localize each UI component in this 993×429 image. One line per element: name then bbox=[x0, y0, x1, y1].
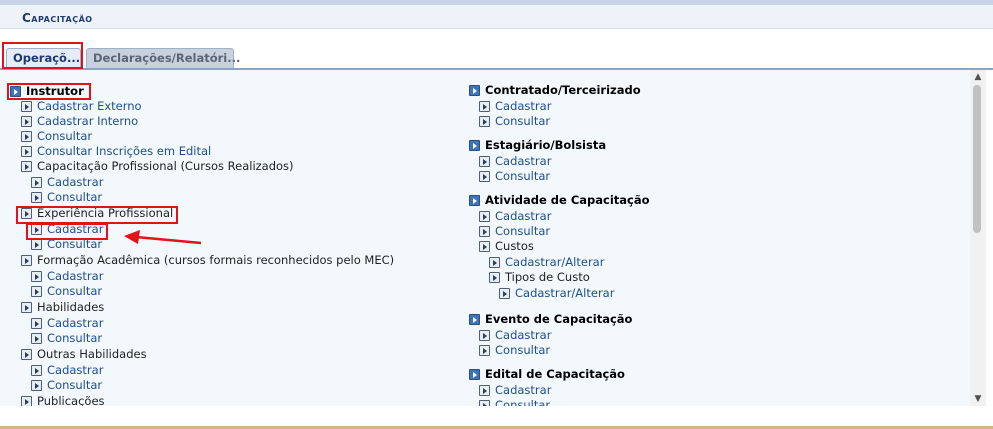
play-square-icon bbox=[21, 101, 32, 112]
play-square-icon bbox=[479, 345, 490, 356]
play-square-icon bbox=[489, 257, 500, 268]
link-label: Consultar bbox=[495, 224, 551, 238]
right-edge bbox=[986, 70, 993, 406]
link-label: Consultar bbox=[47, 190, 103, 204]
section-label: Instrutor bbox=[26, 84, 84, 98]
group-label: Capacitação Profissional (Cursos Realiza… bbox=[37, 159, 294, 173]
section-label: Edital de Capacitação bbox=[485, 367, 625, 381]
scroll-thumb[interactable] bbox=[973, 85, 981, 233]
group-label: Outras Habilidades bbox=[37, 347, 147, 361]
play-square-filled-icon bbox=[10, 86, 21, 97]
link-label: Cadastrar/Alterar bbox=[505, 255, 605, 269]
play-square-icon bbox=[479, 211, 490, 222]
play-square-icon bbox=[499, 288, 510, 299]
play-square-icon bbox=[479, 101, 490, 112]
link-label: Cadastrar bbox=[47, 363, 104, 377]
group-label: Formação Acadêmica (cursos formais recon… bbox=[37, 253, 395, 267]
play-square-icon bbox=[489, 272, 500, 283]
play-square-icon bbox=[479, 385, 490, 396]
play-square-icon bbox=[31, 192, 42, 203]
title-bar: Capacitação bbox=[0, 5, 993, 29]
link-label: Consultar bbox=[495, 343, 551, 357]
vertical-scrollbar[interactable]: ▲ ▼ bbox=[970, 70, 986, 406]
play-square-icon bbox=[31, 224, 42, 235]
play-square-icon bbox=[21, 116, 32, 127]
link-label: Cadastrar bbox=[495, 209, 552, 223]
link-label: Cadastrar bbox=[495, 154, 552, 168]
play-square-filled-icon bbox=[469, 195, 480, 206]
link-label: Consultar bbox=[47, 331, 103, 345]
play-square-icon bbox=[479, 330, 490, 341]
play-square-icon bbox=[31, 286, 42, 297]
group-label: Habilidades bbox=[37, 300, 105, 314]
play-square-icon bbox=[21, 349, 32, 360]
link-label: Cadastrar/Alterar bbox=[515, 286, 615, 300]
link-label: Consultar bbox=[495, 169, 551, 183]
link-label: Consultar Inscrições em Edital bbox=[37, 144, 212, 158]
scroll-down-arrow-icon[interactable]: ▼ bbox=[970, 392, 986, 406]
play-square-icon bbox=[21, 302, 32, 313]
play-square-icon bbox=[479, 116, 490, 127]
play-square-icon bbox=[31, 380, 42, 391]
link-label: Cadastrar Interno bbox=[37, 114, 139, 128]
play-square-icon bbox=[31, 177, 42, 188]
play-square-icon bbox=[31, 333, 42, 344]
group-label: Publicações bbox=[37, 394, 105, 406]
play-square-filled-icon bbox=[469, 85, 480, 96]
link-label: Consultar bbox=[37, 129, 93, 143]
link-label: Cadastrar bbox=[495, 328, 552, 342]
scroll-up-arrow-icon[interactable]: ▲ bbox=[970, 70, 986, 84]
play-square-icon bbox=[31, 271, 42, 282]
play-square-icon bbox=[21, 161, 32, 172]
group-label: Custos bbox=[495, 239, 534, 253]
link-label: Consultar bbox=[47, 284, 103, 298]
link-label: Cadastrar bbox=[495, 99, 552, 113]
section-label: Contratado/Terceirizado bbox=[485, 83, 641, 97]
link-label: Cadastrar bbox=[47, 175, 104, 189]
link-label: Cadastrar bbox=[47, 222, 104, 236]
link-label: Cadastrar bbox=[495, 383, 552, 397]
play-square-icon bbox=[21, 255, 32, 266]
bottom-area bbox=[0, 406, 993, 426]
play-square-icon bbox=[479, 156, 490, 167]
play-square-icon bbox=[479, 241, 490, 252]
link-label: Cadastrar bbox=[47, 316, 104, 330]
tab-operacoes[interactable]: Operaçõ... bbox=[6, 48, 81, 69]
play-square-icon bbox=[21, 131, 32, 142]
section-label: Evento de Capacitação bbox=[485, 312, 633, 326]
play-square-filled-icon bbox=[469, 140, 480, 151]
play-square-icon bbox=[479, 171, 490, 182]
play-square-filled-icon bbox=[469, 314, 480, 325]
link-label: Consultar bbox=[495, 398, 551, 406]
play-square-icon bbox=[31, 365, 42, 376]
tab-declaracoes-relatorios[interactable]: Declarações/Relatóri... bbox=[86, 48, 240, 69]
menu-panel: Instrutor Cadastrar Externo Cadastrar In… bbox=[0, 70, 970, 406]
link-label: Consultar bbox=[495, 114, 551, 128]
play-square-icon bbox=[21, 208, 32, 219]
play-square-filled-icon bbox=[469, 369, 480, 380]
play-square-icon bbox=[31, 318, 42, 329]
link-label: Cadastrar bbox=[47, 269, 104, 283]
group-label: Tipos de Custo bbox=[505, 270, 590, 284]
link-label: Cadastrar Externo bbox=[37, 99, 142, 113]
page-title: Capacitação bbox=[22, 11, 93, 25]
link-label: Consultar bbox=[47, 378, 103, 392]
link-label: Consultar bbox=[47, 237, 103, 251]
play-square-icon bbox=[21, 146, 32, 157]
play-square-icon bbox=[479, 226, 490, 237]
section-label: Atividade de Capacitação bbox=[485, 193, 650, 207]
group-label: Experiência Profissional bbox=[37, 206, 174, 220]
play-square-icon bbox=[21, 396, 32, 406]
play-square-icon bbox=[31, 239, 42, 250]
section-label: Estagiário/Bolsista bbox=[485, 138, 607, 152]
